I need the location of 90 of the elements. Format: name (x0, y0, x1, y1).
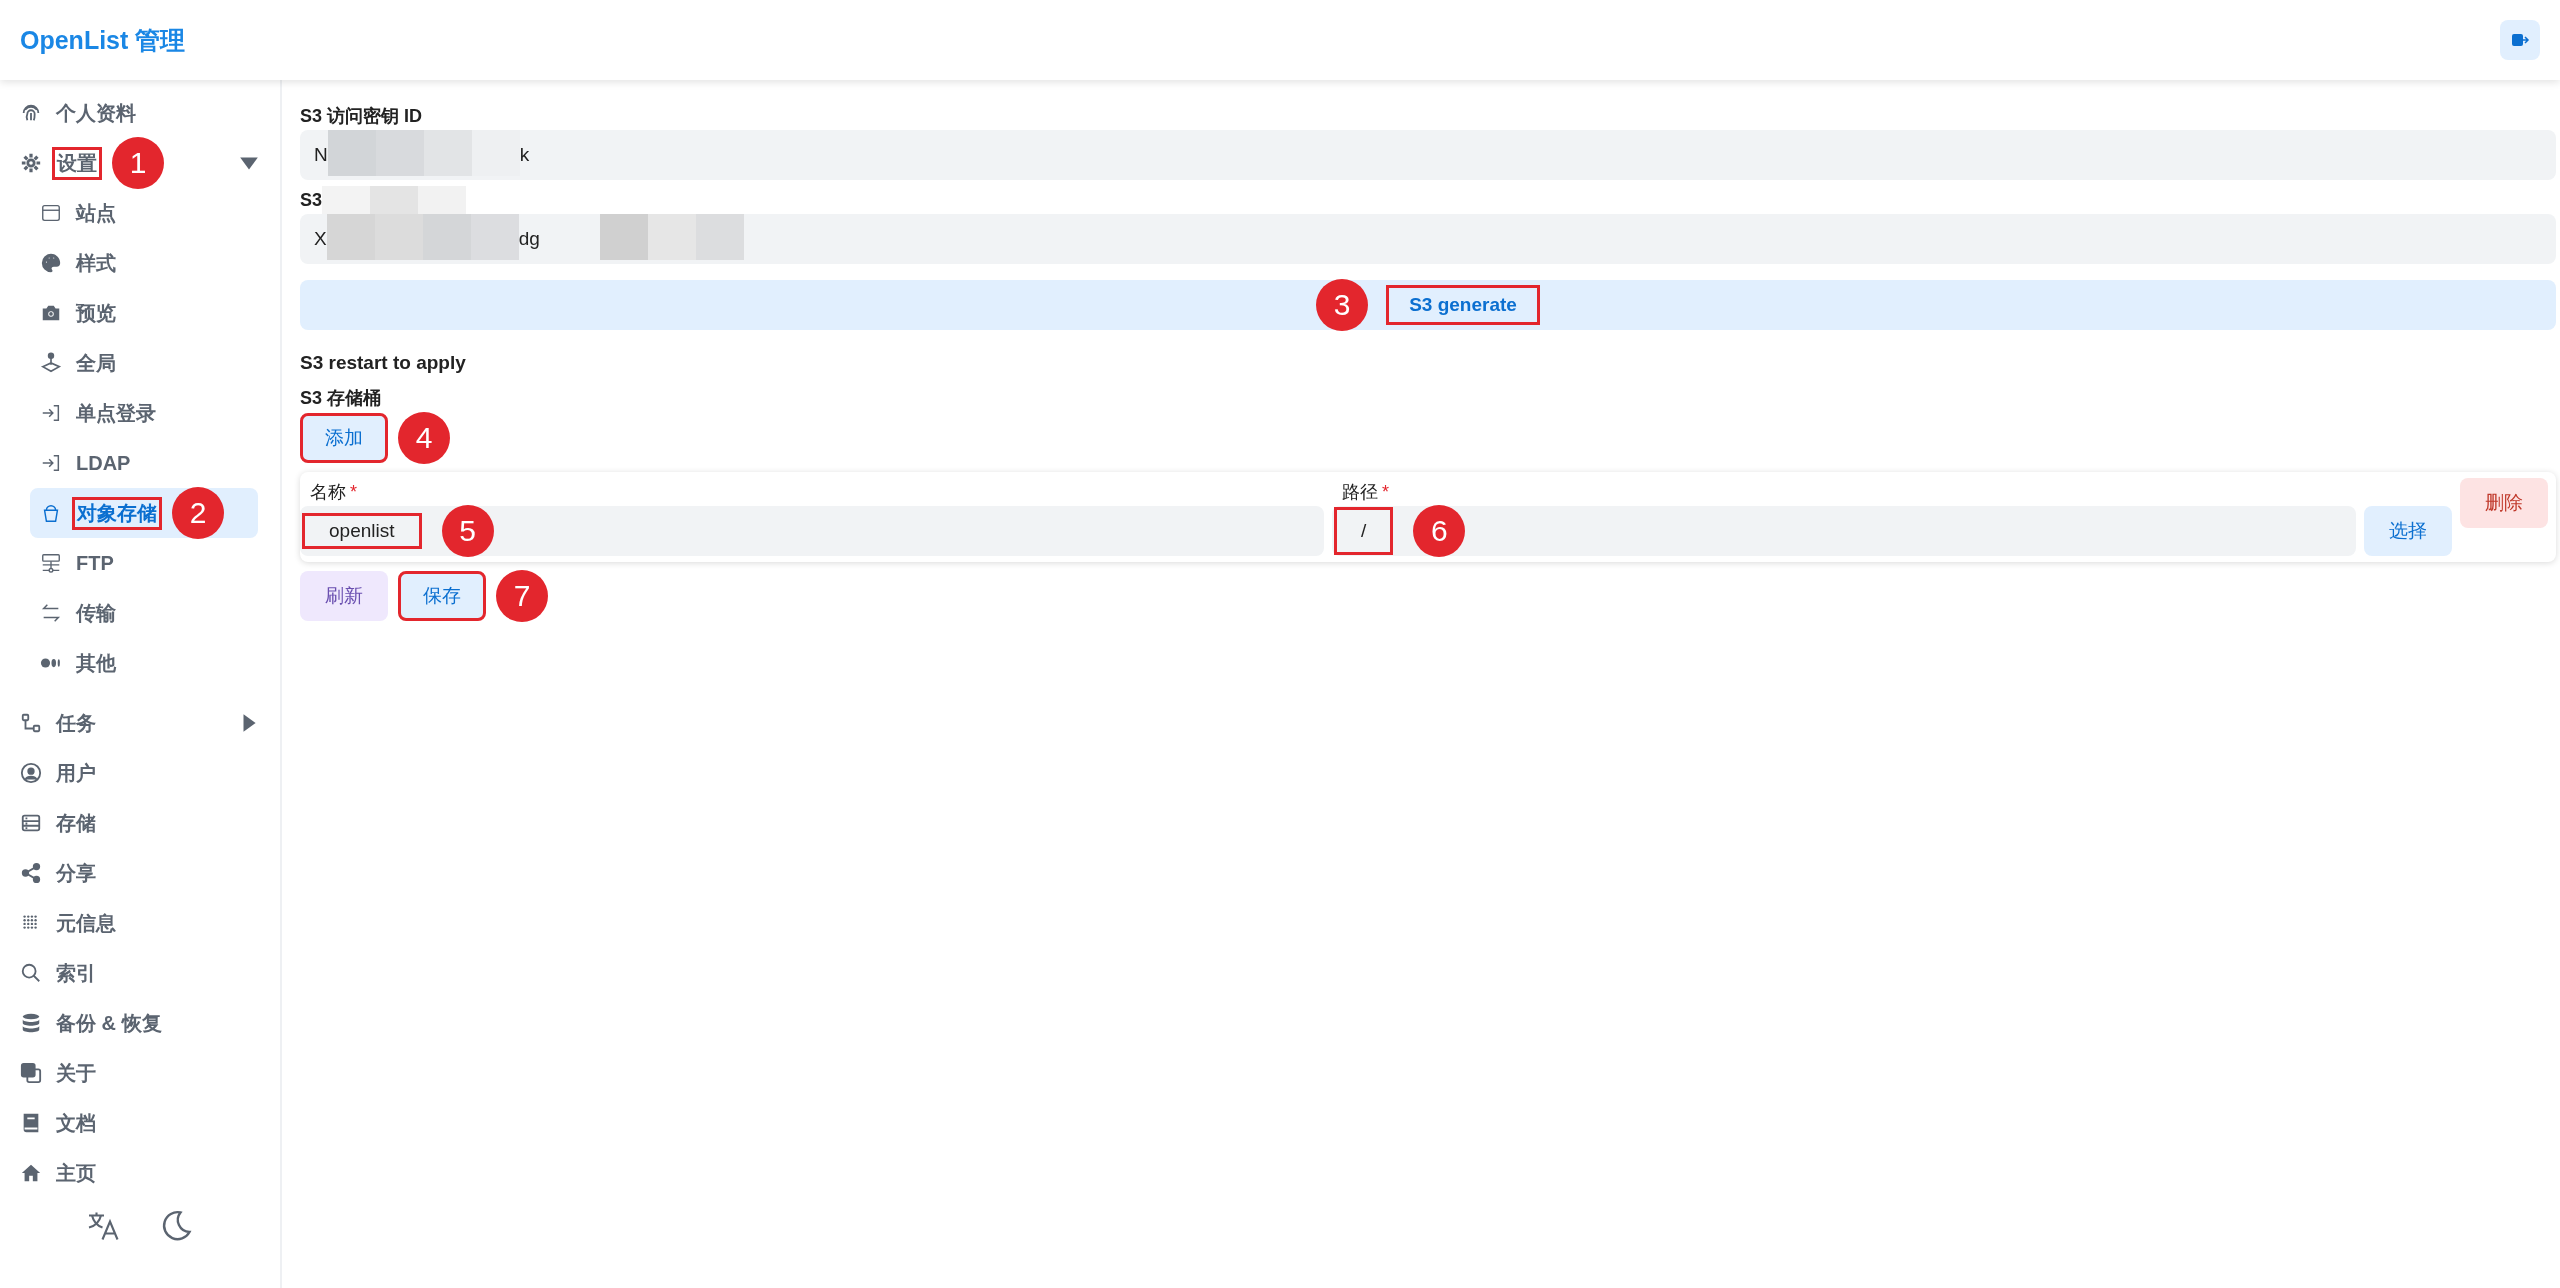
field-value: openlist (302, 513, 422, 549)
gear-icon (20, 152, 42, 174)
storage-icon (20, 812, 42, 834)
home-icon (20, 1162, 42, 1184)
input-field[interactable]: openlist 5 (300, 506, 1324, 556)
input-field[interactable]: X dg (300, 214, 2556, 264)
sidebar-item[interactable]: 关于 (0, 1048, 280, 1098)
sidebar-item[interactable]: 文档 (0, 1098, 280, 1148)
callout-marker: 4 (398, 412, 450, 464)
sidebar-label: 文档 (55, 1110, 97, 1136)
generate-button[interactable]: S3 generate (1386, 285, 1540, 325)
sidebar-label: 设置 (52, 146, 102, 180)
sign-in-icon (40, 452, 62, 474)
sidebar-item[interactable]: 个人资料 (0, 88, 280, 138)
sign-in-icon (40, 402, 62, 424)
save-button[interactable]: 保存 (398, 571, 486, 621)
restart-note: S3 restart to apply (300, 352, 467, 374)
palette-icon (40, 252, 62, 274)
flowchart-icon (20, 712, 42, 734)
share-icon (20, 862, 42, 884)
refresh-button[interactable]: 刷新 (300, 571, 388, 621)
sidebar-item[interactable]: 分享 (0, 848, 280, 898)
field-label: S3 (300, 189, 323, 211)
field-label: 路径 (1342, 481, 1378, 504)
sidebar-item[interactable]: 用户 (0, 748, 280, 798)
sidebar-label: FTP (75, 550, 115, 576)
sidebar-item[interactable]: LDAP (30, 438, 258, 488)
sidebar-label: 单点登录 (75, 400, 157, 426)
sidebar-item[interactable]: 元信息 (0, 898, 280, 948)
input-field[interactable]: N k (300, 130, 2556, 180)
sidebar-label: 任务 (54, 710, 97, 736)
sidebar-label: 对象存储 (72, 496, 162, 530)
sidebar-item[interactable]: 传输 (30, 588, 258, 638)
field-label: 名称 (310, 481, 346, 504)
callout-marker: 1 (112, 137, 164, 189)
sidebar-label: 个人资料 (55, 100, 137, 126)
required-mark: * (1382, 481, 1389, 503)
sidebar-label: 关于 (55, 1060, 97, 1086)
sidebar-label: 存储 (55, 810, 97, 836)
sidebar-label: 传输 (75, 600, 117, 626)
callout-marker: 6 (1413, 505, 1466, 557)
sidebar-label: 元信息 (55, 910, 117, 936)
sidebar-item[interactable]: 备份 & 恢复 (0, 998, 280, 1048)
search-icon (20, 962, 42, 984)
sidebar-label: 索引 (55, 960, 97, 986)
field-label: S3 访问密钥 ID (300, 105, 424, 128)
server-icon (40, 552, 62, 574)
callout-marker: 5 (441, 505, 494, 557)
sidebar-label: 样式 (74, 250, 117, 276)
sidebar-item[interactable]: 对象存储 2 (30, 488, 258, 538)
sidebar-item[interactable]: 主页 (0, 1148, 280, 1198)
user-icon (20, 762, 42, 784)
database-icon (20, 1012, 42, 1034)
callout-marker: 2 (172, 487, 224, 539)
sidebar-label: 用户 (55, 760, 97, 786)
sidebar-item[interactable]: 存储 (0, 798, 280, 848)
sidebar-item[interactable]: 索引 (0, 948, 280, 998)
sidebar-label: 备份 & 恢复 (55, 1010, 163, 1036)
callout-marker: 7 (496, 570, 548, 622)
callout-marker: 3 (1316, 279, 1369, 331)
window-icon (40, 202, 62, 224)
joystick-icon (40, 352, 62, 374)
sidebar-item[interactable]: 其他 (30, 638, 258, 688)
sidebar-label: 主页 (55, 1160, 97, 1186)
select-button[interactable]: 选择 (2364, 506, 2452, 556)
sidebar-label: 分享 (55, 860, 97, 886)
section-label: S3 存储桶 (300, 387, 383, 410)
swap-arrows-icon (40, 602, 62, 624)
input-field[interactable]: / 6 (1332, 506, 2356, 556)
sidebar-label: 全局 (75, 350, 117, 376)
required-mark: * (350, 481, 357, 503)
sidebar-item[interactable]: 全局 (30, 338, 258, 388)
sidebar-item[interactable]: 单点登录 (30, 388, 258, 438)
sidebar-item[interactable]: 预览 (30, 288, 258, 338)
sidebar-item[interactable]: 站点 (30, 188, 258, 238)
fingerprint-icon (20, 102, 42, 124)
squares-icon (20, 1062, 42, 1084)
sidebar-item[interactable]: 样式 (30, 238, 258, 288)
app-title: OpenList 管理 (20, 24, 186, 56)
add-button[interactable]: 添加 (300, 413, 388, 463)
sidebar-item[interactable]: 任务 (0, 698, 280, 748)
sidebar-label: 其他 (75, 650, 117, 676)
sidebar-item[interactable]: 设置 1 (0, 138, 280, 188)
field-value: / (1334, 507, 1394, 555)
sidebar-label: 站点 (74, 200, 117, 226)
logout-button[interactable] (2500, 20, 2540, 60)
sidebar-label: LDAP (75, 450, 132, 476)
sidebar-item[interactable]: FTP (30, 538, 258, 588)
delete-button[interactable]: 删除 (2460, 478, 2548, 528)
sidebar-label: 预览 (74, 300, 117, 326)
